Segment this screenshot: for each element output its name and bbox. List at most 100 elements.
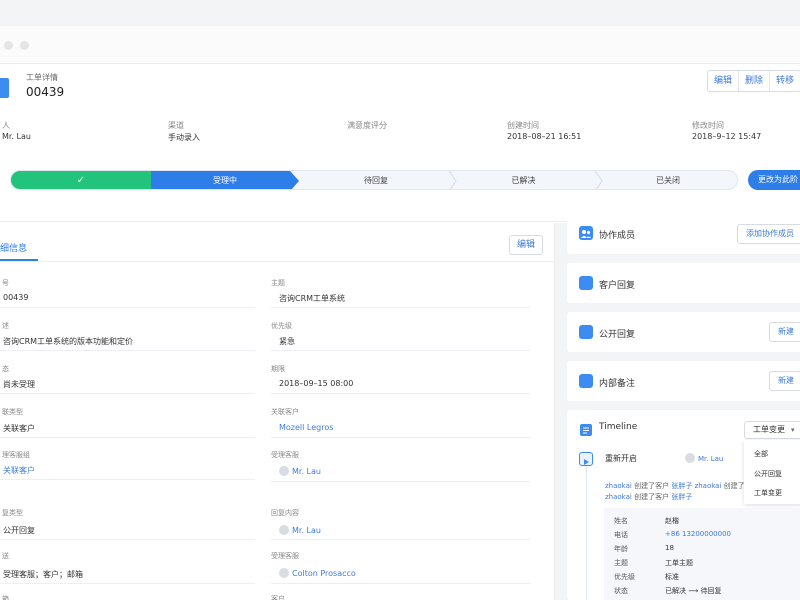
meta-value: 手动录入 — [168, 133, 200, 142]
customer-reply-card[interactable]: 客户回复 — [567, 263, 800, 303]
meta-label: 人 — [2, 121, 10, 130]
change-stage-button[interactable]: 更改为此阶 — [748, 170, 800, 190]
timeline-rail — [586, 467, 587, 600]
actor-link[interactable]: zhaokai — [605, 493, 632, 501]
timeline-event-user[interactable]: Mr. Lau — [685, 453, 723, 463]
entry-verb: 创建了客户 — [634, 482, 670, 490]
field-label: 受理客服 — [271, 552, 299, 560]
arrow-right-icon: ⟶ — [688, 587, 699, 595]
field-value[interactable]: 公开回复 — [3, 525, 35, 536]
tab-details[interactable]: 细信息 — [0, 241, 27, 254]
meta-label: 创建时间 — [507, 121, 539, 130]
detail-value: 工单主题 — [665, 559, 693, 567]
timeline-entry: zhaokai 创建了客户 张胖子 zhaokai 创建了 — [605, 481, 745, 491]
stage-progress: ✓ 受理中 待回复 已解决 已关闭 — [10, 170, 738, 190]
field-underline — [271, 539, 531, 540]
field-value-user[interactable]: Mr. Lau — [279, 466, 321, 476]
ticket-icon — [0, 78, 9, 98]
field-label: 箱 — [2, 595, 9, 600]
field-label: 回复内容 — [271, 509, 299, 517]
menu-item-public-reply[interactable]: 公开回复 — [754, 469, 782, 479]
avatar — [279, 568, 289, 578]
field-value-user[interactable]: Mr. Lau — [279, 525, 321, 535]
field-value[interactable]: 关联客户 — [3, 423, 35, 434]
new-internal-note-button[interactable]: 新建 — [769, 371, 800, 391]
field-underline — [0, 393, 255, 394]
timeline-event-title: 重新开启 — [605, 454, 637, 463]
menu-item-all[interactable]: 全部 — [754, 449, 768, 459]
field-underline — [271, 307, 531, 308]
window-control-dot[interactable] — [4, 41, 13, 50]
tab-divider — [0, 261, 555, 262]
actor-link[interactable]: zhaokai — [605, 482, 632, 490]
field-underline — [271, 583, 531, 584]
field-underline — [0, 350, 255, 351]
window-control-dot[interactable] — [20, 41, 29, 50]
timeline-filter-select[interactable]: 工单变更 ▾ — [744, 421, 800, 439]
delete-ticket-button[interactable]: 删除 — [739, 71, 771, 91]
field-label: 态 — [2, 365, 9, 373]
field-underline — [0, 539, 255, 540]
field-label: 关联客户 — [271, 408, 299, 416]
target-link[interactable]: 张胖子 — [671, 493, 692, 501]
users-icon — [579, 226, 593, 240]
ticket-label: 工单详情 — [26, 73, 58, 82]
timeline-filter-menu: 全部 公开回复 工单变更 — [744, 440, 800, 504]
transfer-ticket-button[interactable]: 转移 — [770, 71, 800, 91]
avatar — [279, 466, 289, 476]
field-value[interactable]: 2018–09–15 08:00 — [279, 379, 353, 388]
field-value[interactable]: 受理客服；客户；邮箱 — [3, 569, 83, 580]
field-underline — [271, 350, 531, 351]
edit-ticket-button[interactable]: 编辑 — [708, 71, 740, 91]
field-value-link[interactable]: Mozell Legros — [279, 423, 333, 432]
note-icon — [579, 374, 593, 388]
field-value-link[interactable]: 关联客户 — [3, 465, 35, 476]
list-icon — [579, 422, 593, 436]
new-public-reply-button[interactable]: 新建 — [769, 322, 800, 342]
stage-done-step[interactable]: ✓ — [11, 171, 151, 189]
field-value[interactable]: 尚未受理 — [3, 379, 35, 390]
edit-details-button[interactable]: 编辑 — [509, 235, 543, 255]
field-label: 复类型 — [2, 509, 23, 517]
user-name: Colton Prosacco — [292, 569, 356, 578]
field-value[interactable]: 咨询CRM工单系统 — [279, 293, 345, 304]
reply-icon — [579, 325, 593, 339]
meta-label: 满意度评分 — [347, 121, 387, 130]
avatar — [685, 453, 695, 463]
detail-value: +86 13200000000 — [665, 530, 731, 538]
detail-key: 电话 — [614, 531, 628, 539]
entry-verb: 创建了 — [723, 482, 745, 490]
timeline-entry: zhaokai 创建了客户 张胖子 — [605, 492, 692, 502]
detail-value: 赵楷 — [665, 517, 679, 525]
ticket-action-group: 编辑 删除 转移 — [707, 70, 800, 92]
field-underline — [271, 481, 531, 482]
stage-step[interactable]: 已解决 — [451, 171, 596, 189]
field-label: 联类型 — [2, 408, 23, 416]
field-value[interactable]: 00439 — [3, 293, 28, 302]
user-name: Mr. Lau — [292, 526, 321, 535]
collaborators-card: 协作成员 添加协作成员 — [567, 214, 800, 254]
target-link[interactable]: 张胖子 — [671, 482, 692, 490]
field-value[interactable]: 咨询CRM工单系统的版本功能和定价 — [3, 336, 133, 347]
menu-item-ticket-change[interactable]: 工单变更 — [754, 488, 782, 498]
meta-label: 渠道 — [168, 121, 184, 130]
add-collaborator-button[interactable]: 添加协作成员 — [737, 224, 800, 244]
detail-key: 姓名 — [614, 517, 628, 525]
detail-value: 已解决 ⟶ 待回复 — [665, 586, 722, 596]
field-value-user[interactable]: Colton Prosacco — [279, 568, 356, 578]
field-label: 客户 — [271, 595, 285, 600]
meta-value: 2018–08–21 16:51 — [507, 132, 582, 141]
field-value[interactable]: 紧急 — [279, 336, 295, 347]
stage-step[interactable]: 已关闭 — [597, 171, 737, 189]
avatar — [279, 525, 289, 535]
stage-step-active[interactable]: 受理中 — [151, 171, 299, 189]
actor-link[interactable]: zhaokai — [695, 482, 722, 490]
field-underline — [0, 307, 255, 308]
window-titlebar — [0, 26, 800, 64]
field-label: 号 — [2, 279, 9, 287]
user-name: Mr. Lau — [698, 455, 724, 463]
field-label: 送 — [2, 552, 9, 560]
stage-step[interactable]: 待回复 — [301, 171, 451, 189]
field-label: 主题 — [271, 279, 285, 287]
field-underline — [0, 479, 255, 480]
